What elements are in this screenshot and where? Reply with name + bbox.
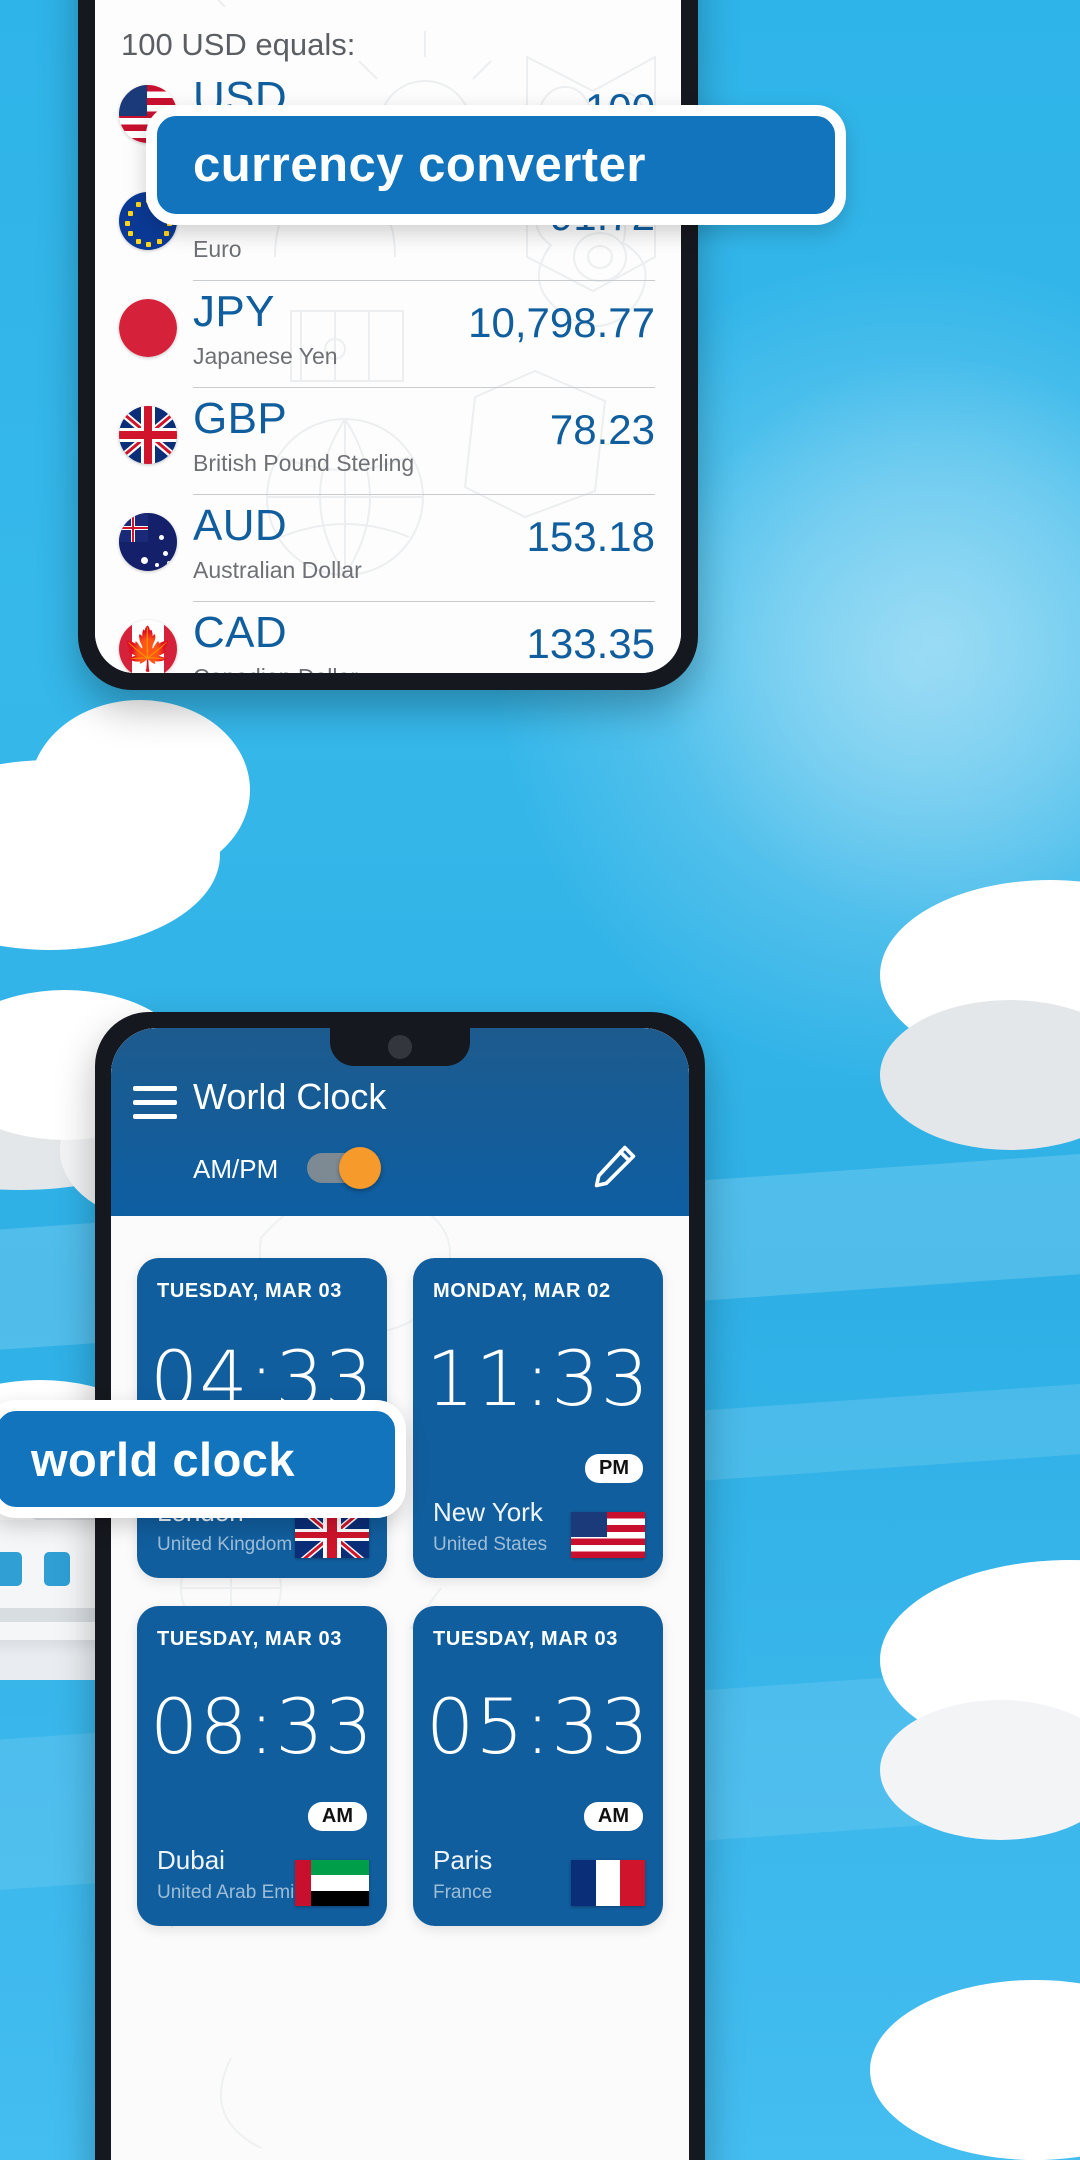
phone-mockup-currency: 100 USD equals: USD US Dollar 100 <box>78 0 698 690</box>
clock-country: United Kingdom <box>157 1534 293 1555</box>
airplane-window <box>0 1552 22 1586</box>
clock-date: TUESDAY, MAR 03 <box>157 1628 342 1650</box>
currency-name: Japanese Yen <box>193 343 338 369</box>
clock-meridiem: AM <box>583 1802 643 1831</box>
clock-city: New York <box>433 1497 543 1527</box>
currency-name: Euro <box>193 236 242 262</box>
currency-code: GBP <box>193 394 288 443</box>
clock-date: TUESDAY, MAR 03 <box>433 1628 618 1650</box>
airplane-window <box>44 1552 70 1586</box>
currency-code: CAD <box>193 608 288 657</box>
clock-date: MONDAY, MAR 02 <box>433 1280 611 1302</box>
currency-app-screen: 100 USD equals: USD US Dollar 100 <box>95 0 681 673</box>
currency-value: 10,798.77 <box>468 299 655 346</box>
currency-converter-badge: currency converter <box>146 105 846 225</box>
currency-name: British Pound Sterling <box>193 450 415 476</box>
clock-card[interactable]: MONDAY, MAR 02 11:33 PM New York United … <box>413 1258 663 1578</box>
currency-row[interactable]: AUD Australian Dollar 153.18 <box>95 495 681 602</box>
world-clock-body: World Clock AM/PM TUESDAY, MAR 03 04:33 <box>111 1028 689 2160</box>
clock-card-grid: TUESDAY, MAR 03 04:33 AM London United K… <box>111 1216 689 2160</box>
clock-date: TUESDAY, MAR 03 <box>157 1280 342 1302</box>
currency-heading: 100 USD equals: <box>121 27 356 62</box>
currency-value: 133.35 <box>526 620 655 667</box>
clock-city: Paris <box>433 1845 493 1875</box>
phone-notch <box>330 1028 470 1066</box>
clock-city: Dubai <box>157 1845 225 1875</box>
hamburger-menu-icon[interactable] <box>133 1086 177 1119</box>
currency-name: Australian Dollar <box>193 557 362 583</box>
us-flag-icon <box>571 1512 645 1558</box>
ampm-label: AM/PM <box>193 1154 279 1184</box>
currency-row[interactable]: 🍁 CAD Canadian Dollar 133.35 <box>95 602 681 673</box>
phone-mockup-world-clock: World Clock AM/PM TUESDAY, MAR 03 04:33 <box>95 1012 705 2160</box>
world-clock-appbar: World Clock AM/PM <box>111 1028 689 1216</box>
clock-time: 11:33 <box>425 1334 651 1423</box>
clock-card[interactable]: TUESDAY, MAR 03 08:33 AM Dubai United Ar… <box>137 1606 387 1926</box>
clock-country: United States <box>433 1534 548 1555</box>
currency-value: 153.18 <box>526 513 655 560</box>
world-clock-badge: world clock <box>0 1400 406 1518</box>
clock-meridiem: PM <box>585 1454 643 1483</box>
currency-row[interactable]: JPY Japanese Yen 10,798.77 <box>95 281 681 388</box>
pencil-icon[interactable] <box>589 1140 641 1192</box>
clock-card[interactable]: TUESDAY, MAR 03 05:33 AM Paris France <box>413 1606 663 1926</box>
cloud <box>30 700 250 880</box>
front-camera <box>388 1035 412 1059</box>
fr-flag-icon <box>571 1860 645 1906</box>
ae-flag-icon <box>295 1860 369 1906</box>
currency-row[interactable]: GBP British Pound Sterling 78.23 <box>95 388 681 495</box>
currency-value: 78.23 <box>549 406 655 453</box>
promo-screenshot: 100 USD equals: USD US Dollar 100 <box>0 0 1080 2160</box>
clock-time: 08:33 <box>149 1682 375 1771</box>
ca-flag-icon: 🍁 <box>119 620 177 673</box>
gb-flag-icon <box>295 1512 369 1558</box>
currency-code: AUD <box>193 501 288 550</box>
currency-badge-label: currency converter <box>193 138 646 192</box>
gb-flag-icon <box>119 406 177 464</box>
clock-time: 05:33 <box>425 1682 651 1771</box>
jp-flag-icon <box>119 299 177 357</box>
currency-name: Canadian Dollar <box>193 664 358 673</box>
toggle-knob <box>339 1147 381 1189</box>
clock-meridiem: AM <box>307 1802 367 1831</box>
clock-country: France <box>433 1882 493 1903</box>
ampm-toggle[interactable] <box>307 1147 381 1189</box>
currency-app-body: 100 USD equals: USD US Dollar 100 <box>95 0 681 673</box>
currency-code: JPY <box>193 287 275 336</box>
au-flag-icon <box>119 513 177 571</box>
world-clock-badge-label: world clock <box>31 1432 296 1486</box>
world-clock-app-screen: World Clock AM/PM TUESDAY, MAR 03 04:33 <box>111 1028 689 2160</box>
app-title: World Clock <box>193 1076 387 1117</box>
